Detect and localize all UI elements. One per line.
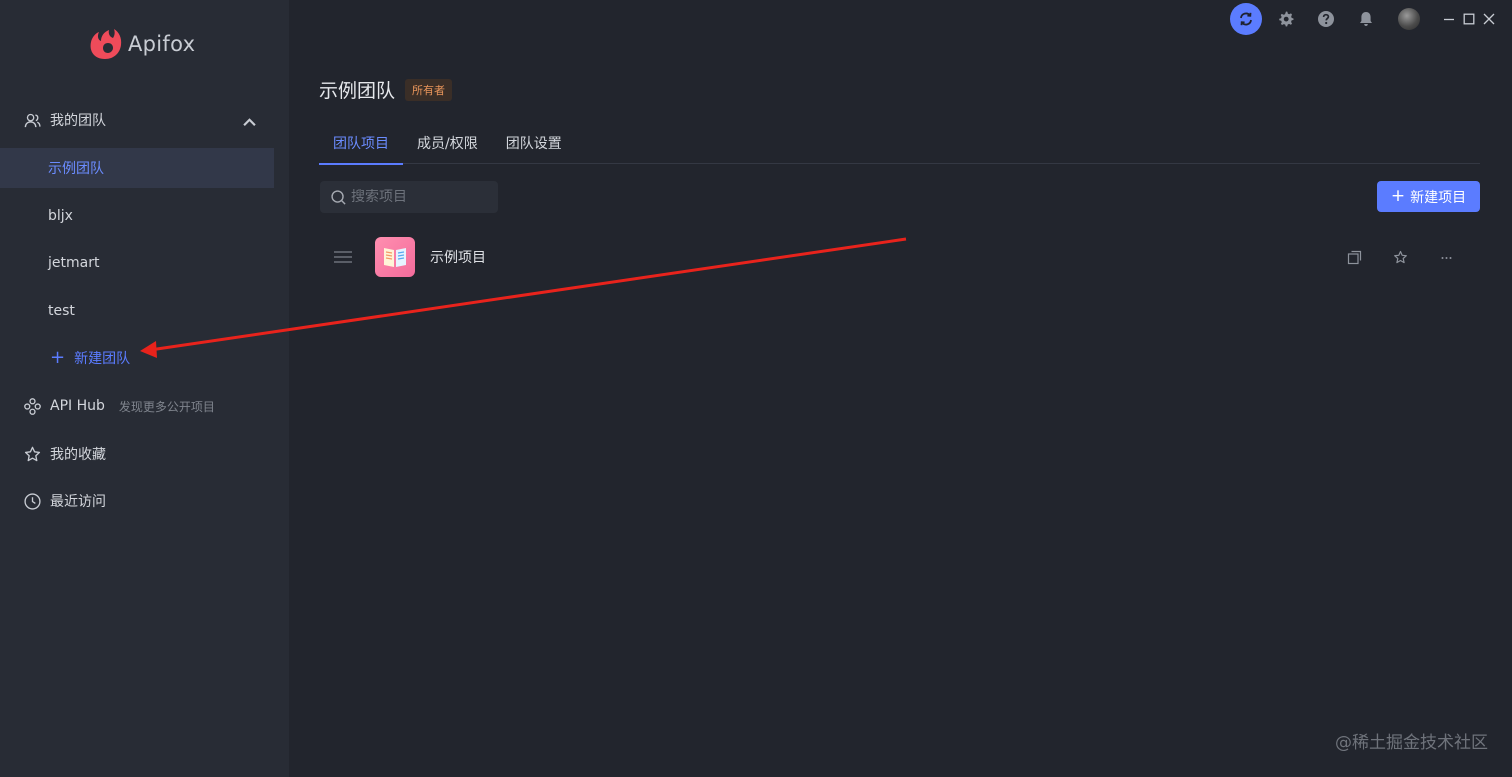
main-content: 示例团队 所有者 团队项目 成员/权限 团队设置 + 新建项目 示例项目 (289, 0, 1512, 777)
ellipsis-icon (1441, 256, 1451, 259)
app-logo: Apifox (86, 26, 195, 62)
sidebar: Apifox 我的团队 示例团队 bljx jetmart test + 新建团… (0, 0, 289, 777)
tab-team-settings[interactable]: 团队设置 (492, 122, 576, 164)
api-hub-label: API Hub (50, 398, 105, 414)
tab-team-projects[interactable]: 团队项目 (319, 122, 403, 165)
project-name: 示例项目 (430, 250, 486, 266)
new-project-label: 新建项目 (1410, 189, 1467, 206)
recent-nav[interactable]: 最近访问 (0, 481, 289, 521)
project-icon (375, 237, 415, 277)
watermark: @稀土掘金技术社区 (1335, 733, 1488, 753)
sync-button[interactable] (1230, 3, 1262, 35)
chevron-up-icon[interactable] (240, 113, 259, 132)
sidebar-team-item[interactable]: jetmart (0, 243, 274, 283)
recent-label: 最近访问 (50, 494, 106, 510)
settings-button[interactable] (1270, 3, 1302, 35)
my-teams-section[interactable]: 我的团队 (0, 100, 289, 140)
notifications-button[interactable] (1350, 3, 1382, 35)
team-item-label: jetmart (48, 255, 100, 271)
plus-icon: + (50, 347, 66, 368)
project-actions (1346, 249, 1454, 265)
help-icon (1318, 11, 1334, 27)
api-hub-subtitle: 发现更多公开项目 (118, 399, 215, 414)
book-icon (384, 248, 406, 267)
drag-handle-icon[interactable] (333, 250, 353, 264)
page-title: 示例团队 (319, 80, 396, 102)
logo-text: Apifox (128, 32, 196, 56)
tab-members-permissions[interactable]: 成员/权限 (403, 122, 492, 164)
search-box[interactable] (320, 181, 498, 213)
search-input[interactable] (351, 189, 491, 205)
users-icon (24, 113, 41, 127)
open-external-icon (1347, 250, 1361, 264)
star-icon (1393, 250, 1407, 263)
maximize-icon[interactable] (1462, 12, 1476, 26)
clock-icon (24, 492, 41, 510)
minimize-icon[interactable] (1442, 12, 1456, 26)
favorites-label: 我的收藏 (50, 447, 106, 463)
my-teams-label: 我的团队 (50, 113, 106, 129)
sidebar-team-item[interactable]: test (0, 291, 274, 331)
team-header: 示例团队 所有者 (319, 76, 453, 103)
team-item-label: bljx (48, 208, 73, 224)
project-row[interactable]: 示例项目 (319, 234, 1480, 280)
more-options-button[interactable] (1438, 249, 1454, 265)
team-tabs: 团队项目 成员/权限 团队设置 (319, 122, 1480, 165)
plus-icon: + (1390, 186, 1406, 206)
team-item-label: 示例团队 (48, 161, 104, 177)
apifox-logo-icon (90, 29, 122, 59)
api-hub-nav[interactable]: API Hub 发现更多公开项目 (0, 386, 289, 426)
sidebar-team-item[interactable]: bljx (0, 196, 274, 236)
star-icon (24, 446, 41, 461)
avatar[interactable] (1398, 8, 1420, 30)
gear-icon (1279, 11, 1294, 27)
open-in-new-window-button[interactable] (1346, 249, 1362, 265)
search-icon (331, 189, 346, 205)
topbar (1222, 0, 1512, 38)
favorites-nav[interactable]: 我的收藏 (0, 434, 289, 474)
favorite-project-button[interactable] (1392, 249, 1408, 265)
new-team-label: 新建团队 (74, 351, 131, 367)
close-icon[interactable] (1482, 12, 1496, 26)
new-project-button[interactable]: + 新建项目 (1377, 181, 1480, 212)
sidebar-team-item[interactable]: 示例团队 (0, 148, 274, 188)
window-controls (1442, 12, 1496, 26)
new-team-button[interactable]: + 新建团队 (0, 338, 274, 378)
sync-icon (1240, 12, 1252, 26)
api-hub-icon (24, 397, 41, 415)
team-item-label: test (48, 303, 75, 319)
owner-badge: 所有者 (405, 78, 453, 101)
help-button[interactable] (1310, 3, 1342, 35)
bell-icon (1360, 12, 1372, 26)
